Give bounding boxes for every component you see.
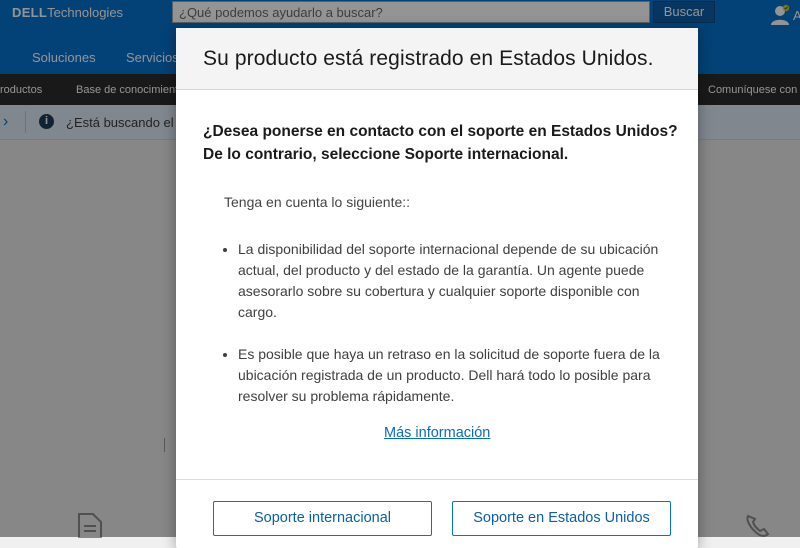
more-info-link[interactable]: Más información	[384, 425, 490, 441]
bullet-2-line-2: ubicación registrada de un producto. Del…	[238, 367, 651, 383]
us-support-button[interactable]: Soporte en Estados Unidos	[452, 501, 671, 536]
question-line-2: De lo contrario, seleccione Soporte inte…	[203, 146, 569, 163]
bullet-1-line-1: La disponibilidad del soporte internacio…	[238, 241, 659, 257]
bullet-1-line-2: actual, del producto y del estado de la …	[238, 262, 645, 278]
list-item: Es posible que haya un retraso en la sol…	[238, 344, 684, 407]
notes-list: La disponibilidad del soporte internacio…	[220, 239, 684, 428]
question-line-1: ¿Desea ponerse en contacto con el soport…	[203, 123, 678, 140]
modal-note: Tenga en cuenta lo siguiente::	[224, 194, 411, 210]
modal-header: Su producto está registrado en Estados U…	[176, 28, 698, 90]
region-modal: Su producto está registrado en Estados U…	[176, 28, 698, 548]
modal-question: ¿Desea ponerse en contacto con el soport…	[203, 120, 683, 166]
list-item: La disponibilidad del soporte internacio…	[238, 239, 684, 323]
modal-title: Su producto está registrado en Estados U…	[203, 47, 654, 70]
modal-footer-divider	[176, 479, 698, 480]
bullet-1-line-3: asesorarlo sobre su cobertura y cualquie…	[238, 283, 640, 299]
international-support-button[interactable]: Soporte internacional	[213, 501, 432, 536]
bullet-2-line-3: resolver su problema rápidamente.	[238, 388, 455, 404]
bullet-2-line-1: Es posible que haya un retraso en la sol…	[238, 346, 660, 362]
bullet-1-line-4: cargo.	[238, 304, 277, 320]
